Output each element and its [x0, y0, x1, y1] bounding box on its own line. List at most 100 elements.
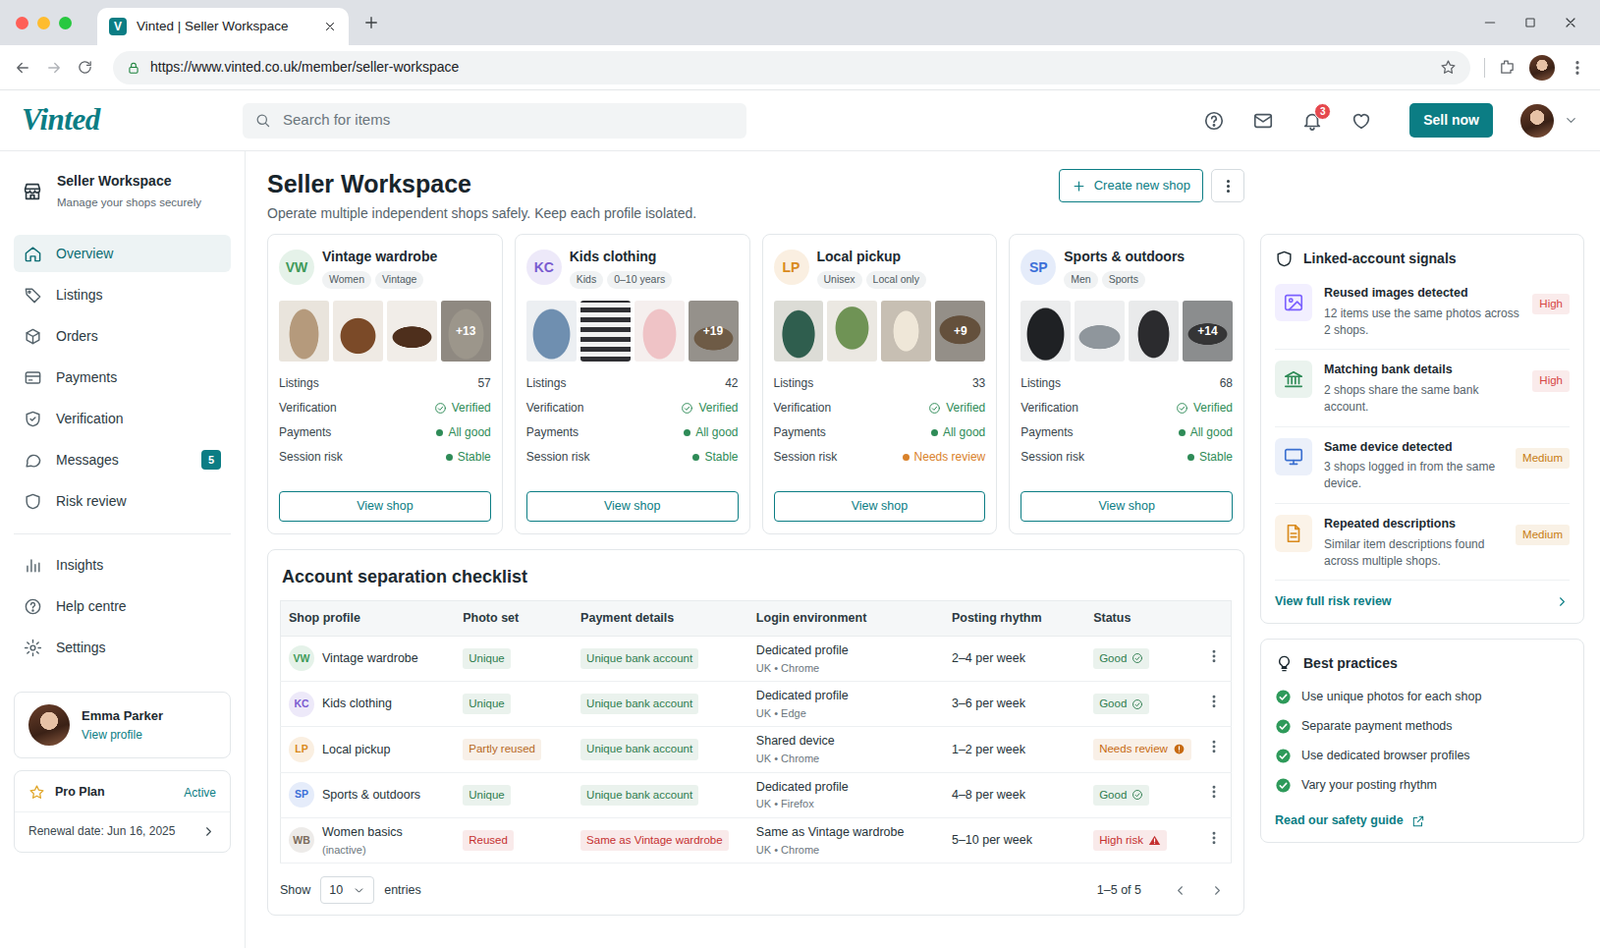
browser-menu-icon[interactable]: [1568, 58, 1587, 77]
payment-badge: Unique bank account: [580, 738, 699, 760]
view-shop-button[interactable]: View shop: [773, 491, 987, 522]
checklist-row[interactable]: VWVintage wardrobeUniqueUnique bank acco…: [280, 635, 1232, 681]
signal-item[interactable]: Reused images detected12 items use the s…: [1274, 273, 1570, 350]
more-icon[interactable]: [1206, 738, 1222, 755]
browser-profile-avatar[interactable]: [1529, 55, 1555, 81]
more-icon[interactable]: [1206, 693, 1222, 710]
sell-now-button[interactable]: Sell now: [1409, 103, 1493, 138]
create-shop-button[interactable]: Create new shop: [1058, 168, 1204, 203]
search-box[interactable]: [242, 103, 747, 139]
safety-guide-link[interactable]: Read our safety guide: [1274, 799, 1570, 830]
view-shop-button[interactable]: View shop: [1020, 491, 1233, 522]
shop-stats: Listings42VerificationVerifiedPaymentsAl…: [526, 371, 739, 470]
product-photo[interactable]: [827, 300, 878, 362]
product-photo[interactable]: [773, 300, 825, 362]
sidebar-item[interactable]: Settings: [13, 628, 231, 666]
search-icon: [254, 111, 272, 129]
risk-review-link[interactable]: View full risk review: [1274, 580, 1570, 611]
product-photo[interactable]: [526, 300, 577, 362]
sidebar-item[interactable]: Overview: [13, 234, 231, 273]
reload-icon[interactable]: [76, 58, 94, 76]
view-shop-button[interactable]: View shop: [526, 491, 739, 522]
zoom-light[interactable]: [58, 16, 72, 30]
more-icon[interactable]: [1206, 648, 1222, 664]
shop-stat-value: 33: [972, 374, 986, 392]
signal-item[interactable]: Repeated descriptionsSimilar item descri…: [1274, 503, 1570, 581]
forward-icon[interactable]: [45, 58, 63, 77]
url-text[interactable]: https://www.vinted.co.uk/member/seller-w…: [150, 56, 1431, 78]
shop-tags: MenSports: [1063, 271, 1185, 289]
page-size-select[interactable]: 10: [320, 876, 375, 905]
checklist-row[interactable]: WBWomen basics(inactive)ReusedSame as Vi…: [280, 817, 1232, 863]
close-window-icon[interactable]: [1562, 14, 1579, 31]
shop-name[interactable]: Local pickup: [817, 246, 927, 268]
checklist-row[interactable]: SPSports & outdoorsUniqueUnique bank acc…: [280, 772, 1232, 818]
user-avatar[interactable]: [1520, 104, 1554, 138]
sidebar-header: Seller WorkspaceManage your shops secure…: [13, 165, 231, 212]
extensions-icon[interactable]: [1498, 58, 1516, 76]
sidebar-item[interactable]: Risk review: [13, 482, 231, 520]
sidebar-item[interactable]: Verification: [13, 399, 231, 438]
bookmark-star-icon[interactable]: [1439, 58, 1457, 76]
search-input[interactable]: [280, 108, 735, 133]
sidebar-item[interactable]: Listings: [13, 275, 231, 314]
new-tab-icon[interactable]: [362, 13, 381, 32]
product-photo[interactable]: [1074, 300, 1125, 362]
chevron-right-icon[interactable]: [1202, 875, 1232, 905]
product-photo[interactable]: [580, 300, 631, 362]
payment-badge: Unique bank account: [580, 648, 699, 669]
plan-renewal[interactable]: Renewal date: Jun 16, 2025: [14, 812, 230, 852]
vinted-logo[interactable]: Vinted: [21, 97, 243, 144]
signal-item[interactable]: Matching bank details2 shops share the s…: [1274, 349, 1570, 427]
sidebar-item[interactable]: Insights: [13, 546, 231, 584]
view-profile-link[interactable]: View profile: [81, 727, 143, 742]
view-shop-button[interactable]: View shop: [278, 491, 492, 522]
sidebar-item-label: Overview: [55, 243, 221, 265]
product-photo[interactable]: [1128, 300, 1179, 362]
notifications-button[interactable]: 3: [1301, 110, 1324, 132]
product-photo[interactable]: +9: [935, 300, 986, 362]
back-icon[interactable]: [13, 58, 32, 77]
product-photo[interactable]: [1020, 300, 1071, 362]
mail-icon[interactable]: [1252, 110, 1274, 132]
best-practice-text: Use dedicated browser profiles: [1301, 746, 1471, 766]
product-photo[interactable]: +19: [688, 300, 739, 362]
checklist-row[interactable]: LPLocal pickupPartly reusedUnique bank a…: [280, 726, 1232, 773]
sidebar-item[interactable]: Messages5: [13, 441, 231, 479]
browser-tab[interactable]: VVinted | Seller Workspace: [97, 7, 349, 46]
product-photo[interactable]: [634, 300, 685, 362]
menu-column-header: [1197, 601, 1232, 637]
product-photo[interactable]: [386, 300, 438, 362]
maximize-icon[interactable]: [1523, 14, 1538, 31]
sidebar-item[interactable]: Payments: [13, 358, 231, 396]
shop-name[interactable]: Vintage wardrobe: [322, 246, 438, 268]
close-tab-icon[interactable]: [323, 19, 337, 34]
product-photo[interactable]: +13: [441, 300, 492, 362]
shop-name[interactable]: Kids clothing: [569, 246, 672, 268]
check-icon: [1274, 717, 1292, 735]
more-icon[interactable]: [1206, 829, 1222, 846]
checklist-row[interactable]: KCKids clothingUniqueUnique bank account…: [280, 681, 1232, 727]
sidebar-item[interactable]: Orders: [13, 317, 231, 355]
close-light[interactable]: [15, 16, 29, 30]
chevron-left-icon[interactable]: [1164, 875, 1195, 905]
address-bar[interactable]: https://www.vinted.co.uk/member/seller-w…: [112, 51, 1471, 85]
minimize-icon[interactable]: [1482, 14, 1498, 31]
shop-cards: VWVintage wardrobeWomenVintage+13Listing…: [267, 233, 1245, 535]
check-circle-icon: [1131, 788, 1144, 801]
more-actions-button[interactable]: [1211, 168, 1245, 203]
shop-name[interactable]: Sports & outdoors: [1063, 246, 1185, 268]
chevron-down-icon[interactable]: [1563, 112, 1579, 128]
more-icon[interactable]: [1206, 783, 1222, 800]
help-icon[interactable]: [1203, 110, 1225, 132]
signal-title: Repeated descriptions: [1324, 514, 1504, 534]
product-photo[interactable]: +14: [1182, 300, 1233, 362]
product-photo[interactable]: [881, 300, 932, 362]
heart-icon[interactable]: [1350, 110, 1373, 132]
signal-item[interactable]: Same device detected3 shops logged in fr…: [1274, 427, 1570, 504]
box-icon: [23, 327, 43, 346]
sidebar-item[interactable]: Help centre: [13, 587, 231, 625]
product-photo[interactable]: [332, 300, 384, 362]
product-photo[interactable]: [278, 300, 330, 362]
minimize-light[interactable]: [37, 16, 51, 30]
